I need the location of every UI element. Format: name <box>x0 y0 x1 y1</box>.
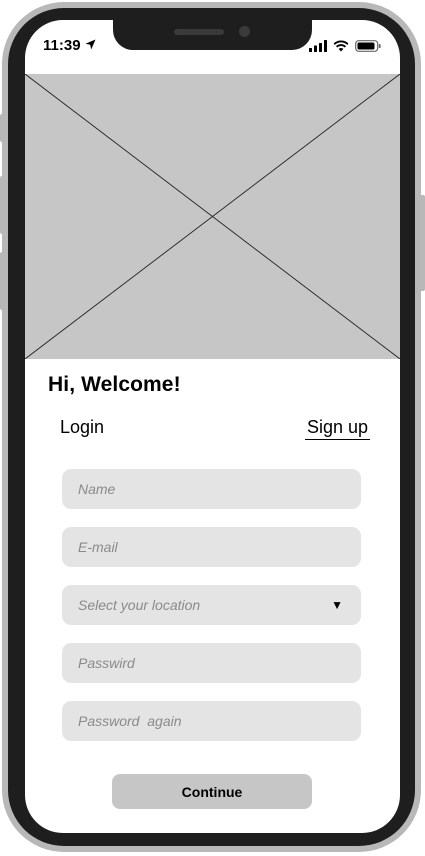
silent-switch <box>0 114 6 142</box>
status-bar-left: 11:39 <box>43 37 96 54</box>
battery-icon <box>355 39 381 57</box>
front-camera <box>239 26 250 37</box>
power-button <box>419 195 425 291</box>
tab-signup[interactable]: Sign up <box>305 417 370 440</box>
location-select[interactable]: Select your location ▼ <box>62 585 361 625</box>
name-input[interactable] <box>62 469 361 509</box>
volume-down-button <box>0 252 6 310</box>
password-again-input[interactable] <box>62 701 361 741</box>
welcome-title: Hi, Welcome! <box>48 373 181 396</box>
wifi-icon <box>333 39 349 57</box>
tab-login[interactable]: Login <box>60 417 104 438</box>
status-time: 11:39 <box>43 37 81 54</box>
status-bar-right <box>309 39 381 57</box>
notch <box>113 20 312 50</box>
password-input[interactable] <box>62 643 361 683</box>
volume-up-button <box>0 176 6 234</box>
cellular-signal-icon <box>309 39 327 57</box>
location-select-value: Select your location <box>78 597 201 613</box>
hero-image-placeholder <box>24 73 401 360</box>
continue-button[interactable]: Continue <box>112 774 312 809</box>
triangle-down-icon: ▼ <box>331 598 343 612</box>
speaker-grille <box>174 29 224 35</box>
email-input[interactable] <box>62 527 361 567</box>
image-placeholder-icon <box>24 73 401 360</box>
location-arrow-icon <box>85 37 96 54</box>
